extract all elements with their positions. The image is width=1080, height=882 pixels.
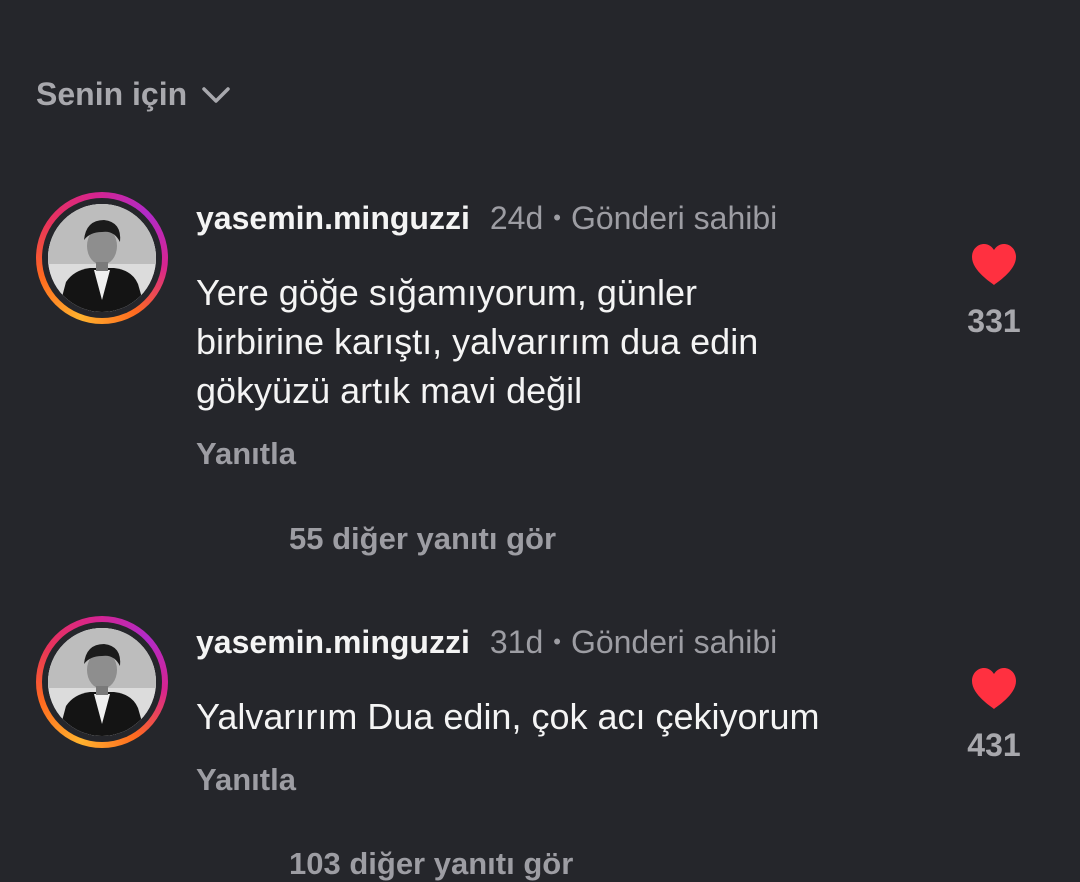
comment-text: Yalvarırım Dua edin, çok acı çekiyorum <box>196 696 820 737</box>
owner-badge: Gönderi sahibi <box>570 624 778 660</box>
avatar <box>48 204 156 312</box>
heart-icon[interactable] <box>970 667 1018 711</box>
reply-button[interactable]: Yanıtla <box>196 436 296 472</box>
like-count: 331 <box>967 303 1021 339</box>
avatar <box>48 628 156 736</box>
like-count: 431 <box>967 727 1021 763</box>
owner-badge: Gönderi sahibi <box>570 200 778 236</box>
view-more-replies-button[interactable]: 103 diğer yanıtı gör <box>289 846 573 882</box>
meta-separator: • <box>553 205 561 230</box>
heart-icon[interactable] <box>970 243 1018 287</box>
view-more-replies-button[interactable]: 55 diğer yanıtı gör <box>289 521 556 557</box>
like-control: 431 <box>958 667 1030 764</box>
username-link[interactable]: yasemin.minguzzi <box>196 624 470 660</box>
reply-button[interactable]: Yanıtla <box>196 762 296 798</box>
comment-time: 24d <box>489 200 544 236</box>
username-link[interactable]: yasemin.minguzzi <box>196 200 470 236</box>
meta-separator: • <box>553 629 561 654</box>
comment-text: Yere göğe sığamıyorum, günler birbirine … <box>196 272 759 411</box>
avatar-story-ring[interactable] <box>36 616 168 748</box>
comment-meta: yasemin.minguzzi 31d • Gönderi sahibi <box>196 624 777 661</box>
like-control: 331 <box>958 243 1030 340</box>
chevron-down-icon <box>202 86 230 103</box>
sort-filter-label: Senin için <box>36 76 188 112</box>
comment-time: 31d <box>489 624 544 660</box>
sort-filter-dropdown[interactable]: Senin için <box>36 76 231 113</box>
comment-meta: yasemin.minguzzi 24d • Gönderi sahibi <box>196 200 777 237</box>
avatar-story-ring[interactable] <box>36 192 168 324</box>
